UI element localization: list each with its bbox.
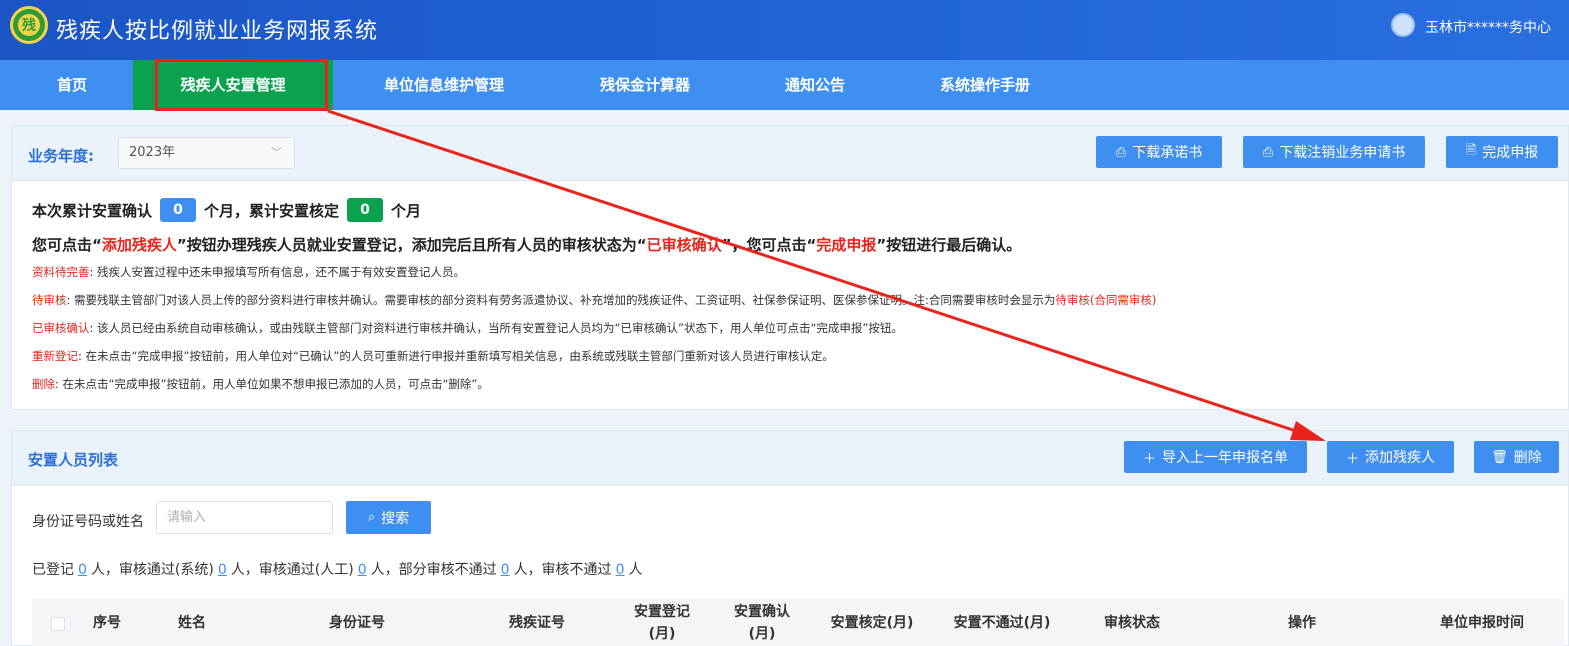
year-panel: 业务年度: 2023年 ﹀ ⎙ 下载承诺书 ⎙ 下载注销业务申请书 🗎 完成申报… [11, 125, 1569, 410]
summary-text-1: 本次累计安置确认 [32, 201, 153, 220]
download-promise-label: 下载承诺书 [1132, 145, 1203, 161]
search-input[interactable]: 请输入 [156, 501, 333, 534]
note-key: 资料待完善 [32, 265, 90, 279]
stats-text: 人 [628, 562, 643, 578]
chevron-down-icon: ﹀ [271, 146, 282, 159]
col-placement-register: 安置登记 (月) [634, 604, 690, 642]
col-id-number: 身份证号 [329, 615, 385, 631]
stats-text: 人，部分审核不通过 [370, 562, 497, 578]
download-promise-button[interactable]: ⎙ 下载承诺书 [1096, 136, 1222, 168]
year-select[interactable]: 2023年 ﹀ [118, 137, 295, 169]
add-disabled-person-button[interactable]: ＋ 添加残疾人 [1327, 441, 1454, 473]
hint-text: ”按钮办理残疾人员就业安置登记，添加完后且所有人员的审核状态为“ [176, 236, 647, 254]
note-text: : 在未点击“完成申报”按钮前，用人单位对“已确认”的人员可重新进行申报并重新填… [78, 349, 834, 363]
col-placement-fail: 安置不通过(月) [953, 615, 1051, 631]
summary-text-2: 个月，累计安置核定 [204, 201, 340, 220]
nav-item-unit-info[interactable]: 单位信息维护管理 [333, 60, 555, 110]
stats-line: 已登记 0 人，审核通过(系统) 0 人，审核通过(人工) 0 人，部分审核不通过 0 人，审核… [32, 559, 642, 579]
year-label: 业务年度: [28, 147, 94, 165]
note-delete: 删除: 在未点击“完成申报”按钮前，用人单位如果不想申报已添加的人员，可点击“删… [32, 376, 489, 392]
col-operation: 操作 [1288, 615, 1316, 631]
plus-icon: ＋ [1142, 451, 1156, 467]
download-cancel-button[interactable]: ⎙ 下载注销业务申请书 [1243, 136, 1425, 168]
col-review-status: 审核状态 [1104, 615, 1160, 631]
note-tail: 待审核(合同需审核) [1055, 293, 1157, 307]
note-key: 已审核确认 [32, 321, 90, 335]
import-last-year-button[interactable]: ＋ 导入上一年申报名单 [1124, 441, 1307, 473]
summary-text-3: 个月 [391, 201, 422, 220]
note-verified: 已审核确认: 该人员已经由系统自动审核确认，或由残联主管部门对资料进行审核并确认… [32, 320, 903, 336]
note-text: : 残疾人安置过程中还未申报填写所有信息，还不属于有效安置登记人员。 [89, 265, 466, 279]
note-text: : 该人员已经由系统自动审核确认，或由残联主管部门对资料进行审核并确认，当所有安… [89, 321, 903, 335]
summary-line: 本次累计安置确认 0 个月，累计安置核定 0 个月 [32, 198, 421, 222]
select-all-checkbox[interactable] [51, 617, 65, 631]
add-label: 添加残疾人 [1365, 450, 1435, 466]
printer-icon: ⎙ [1115, 144, 1127, 160]
note-pending: 待审核: 需要残联主管部门对该人员上传的部分资料进行审核并确认。需要审核的部分资… [32, 292, 1156, 308]
hint-text: ”按钮进行最后确认。 [876, 236, 1022, 254]
note-text: : 在未点击“完成申报”按钮前，用人单位如果不想申报已添加的人员，可点击“删除”… [55, 377, 489, 391]
delete-label: 删除 [1513, 450, 1542, 466]
list-panel: 安置人员列表 ＋ 导入上一年申报名单 ＋ 添加残疾人 🗑 删除 身份证号码或姓名… [11, 430, 1569, 646]
user-name[interactable]: 玉林市******务中心 [1425, 17, 1551, 37]
note-key: 删除 [32, 377, 55, 391]
import-label: 导入上一年申报名单 [1162, 450, 1288, 466]
nav-item-manual[interactable]: 系统操作手册 [895, 60, 1075, 110]
hint-text: 您可点击“ [32, 236, 102, 254]
confirm-count-badge: 0 [160, 198, 197, 222]
system-title: 残疾人按比例就业业务网报系统 [56, 19, 379, 44]
search-button[interactable]: ⌕ 搜索 [346, 501, 431, 534]
note-incomplete: 资料待完善: 残疾人安置过程中还未申报填写所有信息，还不属于有效安置登记人员。 [32, 264, 465, 280]
document-icon: 🗎 [1465, 143, 1477, 158]
year-panel-header: 业务年度: 2023年 ﹀ ⎙ 下载承诺书 ⎙ 下载注销业务申请书 🗎 完成申报 [12, 126, 1568, 181]
printer-icon: ⎙ [1262, 144, 1274, 160]
col-name: 姓名 [178, 615, 206, 631]
instruction-hint: 您可点击“添加残疾人”按钮办理残疾人员就业安置登记，添加完后且所有人员的审核状态… [32, 234, 1021, 255]
search-label: 身份证号码或姓名 [32, 514, 144, 530]
logo-glyph: 残 [18, 14, 40, 36]
logo-icon: 残 [10, 6, 48, 44]
app-header: 残 残疾人按比例就业业务网报系统 玉林市******务中心 [0, 0, 1569, 60]
download-cancel-label: 下载注销业务申请书 [1279, 145, 1406, 161]
note-key: 重新登记 [32, 349, 78, 363]
hint-key-add: 添加残疾人 [101, 236, 177, 254]
stats-registered-count[interactable]: 0 [78, 562, 87, 578]
list-panel-header: 安置人员列表 ＋ 导入上一年申报名单 ＋ 添加残疾人 🗑 删除 [12, 431, 1568, 486]
stats-manual-pass-count[interactable]: 0 [358, 562, 367, 578]
trash-icon: 🗑 [1491, 449, 1508, 465]
note-key: 待审核 [32, 293, 67, 307]
user-avatar-icon[interactable] [1391, 13, 1415, 37]
col-placement-verify: 安置核定(月) [830, 615, 914, 631]
year-select-value: 2023年 [129, 145, 176, 160]
col-placement-confirm: 安置确认 (月) [734, 604, 790, 642]
table-header: 序号 姓名 身份证号 残疾证号 安置登记 (月) 安置确认 (月) 安置核定(月… [32, 599, 1564, 646]
plus-icon: ＋ [1345, 451, 1359, 467]
col-submit-time: 单位申报时间 [1440, 615, 1524, 631]
stats-fail-count[interactable]: 0 [616, 562, 625, 578]
note-reregister: 重新登记: 在未点击“完成申报”按钮前，用人单位对“已确认”的人员可重新进行申报… [32, 348, 834, 364]
finish-button[interactable]: 🗎 完成申报 [1446, 136, 1558, 168]
hint-text: ”，您可点击“ [721, 236, 817, 254]
hint-key-finish: 完成申报 [816, 236, 877, 254]
note-text: : 需要残联主管部门对该人员上传的部分资料进行审核并确认。需要审核的部分资料有劳… [66, 293, 1056, 307]
nav-item-notice[interactable]: 通知公告 [735, 60, 895, 110]
stats-text: 人，审核通过(人工) [230, 562, 354, 578]
col-disability-card: 残疾证号 [509, 615, 565, 631]
delete-button[interactable]: 🗑 删除 [1474, 441, 1559, 473]
stats-text: 人，审核不通过 [513, 562, 612, 578]
stats-system-pass-count[interactable]: 0 [218, 562, 227, 578]
hint-key-verified: 已审核确认 [646, 236, 722, 254]
stats-partial-fail-count[interactable]: 0 [501, 562, 510, 578]
search-icon: ⌕ [367, 510, 376, 525]
list-title: 安置人员列表 [28, 451, 119, 469]
finish-label: 完成申报 [1482, 145, 1539, 161]
nav-item-home[interactable]: 首页 [11, 60, 133, 110]
stats-text: 人，审核通过(系统) [90, 562, 214, 578]
stats-text: 已登记 [32, 562, 74, 578]
search-button-label: 搜索 [381, 510, 410, 527]
annotation-highlight-box [155, 59, 328, 111]
nav-item-calculator[interactable]: 残保金计算器 [555, 60, 735, 110]
verify-count-badge: 0 [347, 198, 384, 222]
col-index: 序号 [93, 615, 121, 631]
